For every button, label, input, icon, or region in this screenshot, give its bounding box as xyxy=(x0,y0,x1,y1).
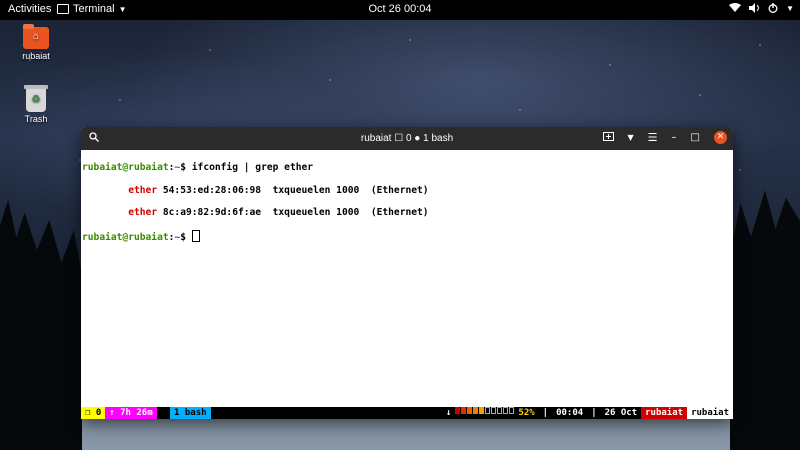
prompt-user: rubaiat@rubaiat xyxy=(82,232,169,244)
tab-menu-chevron-down-icon[interactable]: ▼ xyxy=(628,133,634,142)
terminal-output-line: ether 8c:a9:82:9d:6f:ae txqueuelen 1000 … xyxy=(82,207,732,218)
status-arrow: ↓ xyxy=(445,408,452,418)
output-text: 8c:a9:82:9d:6f:ae txqueuelen 1000 (Ether… xyxy=(157,207,429,219)
battery-cell-empty xyxy=(485,407,491,414)
top-bar: Activities Terminal ▼ Oct 26 00:04 ▼ xyxy=(0,0,800,20)
minimize-icon[interactable]: – xyxy=(672,132,677,143)
status-divider: | xyxy=(542,408,549,418)
status-session: ❐ 0 xyxy=(81,407,106,419)
status-date: 26 Oct xyxy=(604,408,638,418)
status-divider: | xyxy=(591,408,597,418)
terminal-window[interactable]: rubaiat ☐ 0 ● 1 bash ▼ ☰ – □ ✕ rubaiat@r… xyxy=(81,127,733,419)
battery-cell-filled xyxy=(479,407,485,414)
status-window[interactable]: 1 bash xyxy=(170,407,211,419)
grep-match: ether xyxy=(128,184,158,196)
desktop-trash[interactable]: ♻ Trash xyxy=(6,85,66,124)
battery-cell-empty xyxy=(503,407,509,414)
status-user: rubaiat xyxy=(641,407,688,419)
prompt-char: $ xyxy=(180,232,192,244)
battery-cell-filled xyxy=(455,407,461,414)
maximize-icon[interactable]: □ xyxy=(691,132,700,143)
terminal-output[interactable]: rubaiat@rubaiat:~$ ifconfig | grep ether… xyxy=(81,150,733,407)
wallpaper-trees-right xyxy=(730,190,800,450)
volume-icon xyxy=(749,3,760,13)
home-folder-icon: ⌂ xyxy=(23,24,49,49)
window-titlebar[interactable]: rubaiat ☐ 0 ● 1 bash ▼ ☰ – □ ✕ xyxy=(81,127,733,150)
terminal-output-line: ether 54:53:ed:28:06:98 txqueuelen 1000 … xyxy=(82,185,732,196)
status-time: 00:04 xyxy=(556,408,584,418)
battery-cell-empty xyxy=(491,407,497,414)
command-text: ifconfig | grep ether xyxy=(191,162,314,174)
trash-icon: ♻ xyxy=(24,85,48,112)
battery-cell-filled xyxy=(473,407,479,414)
output-text: 54:53:ed:28:06:98 txqueuelen 1000 (Ether… xyxy=(157,184,429,196)
battery-cell-filled xyxy=(467,407,473,414)
status-host: rubaiat xyxy=(687,407,733,419)
grep-match: ether xyxy=(128,207,158,219)
battery-cell-empty xyxy=(497,407,503,414)
terminal-line-command: rubaiat@rubaiat:~$ ifconfig | grep ether xyxy=(82,162,732,173)
battery-cell-filled xyxy=(461,407,467,414)
terminal-cursor xyxy=(191,230,200,243)
chevron-down-icon: ▼ xyxy=(786,3,794,13)
close-icon[interactable]: ✕ xyxy=(714,131,727,144)
tmux-status-bar: ❐ 0 ↑ 7h 26m 1 bash ↓ 52% | 00:04 | 26 O… xyxy=(81,407,733,419)
new-tab-icon[interactable] xyxy=(602,131,614,144)
hamburger-menu-icon[interactable]: ☰ xyxy=(648,131,658,144)
prompt-char: $ xyxy=(180,162,192,174)
wifi-icon xyxy=(729,3,742,12)
clock[interactable]: Oct 26 00:04 xyxy=(0,3,800,15)
desktop-home-folder[interactable]: ⌂ rubaiat xyxy=(6,24,66,61)
system-menu[interactable]: ▼ xyxy=(729,3,794,13)
prompt-user: rubaiat@rubaiat xyxy=(82,162,169,174)
status-battery: 52% xyxy=(518,408,535,418)
battery-gauge xyxy=(455,407,515,419)
desktop-trash-label: Trash xyxy=(24,114,48,124)
desktop-home-label: rubaiat xyxy=(22,51,50,61)
power-icon xyxy=(768,3,778,13)
terminal-line-prompt: rubaiat@rubaiat:~$ xyxy=(82,230,732,244)
status-uptime: ↑ 7h 26m xyxy=(105,407,157,419)
